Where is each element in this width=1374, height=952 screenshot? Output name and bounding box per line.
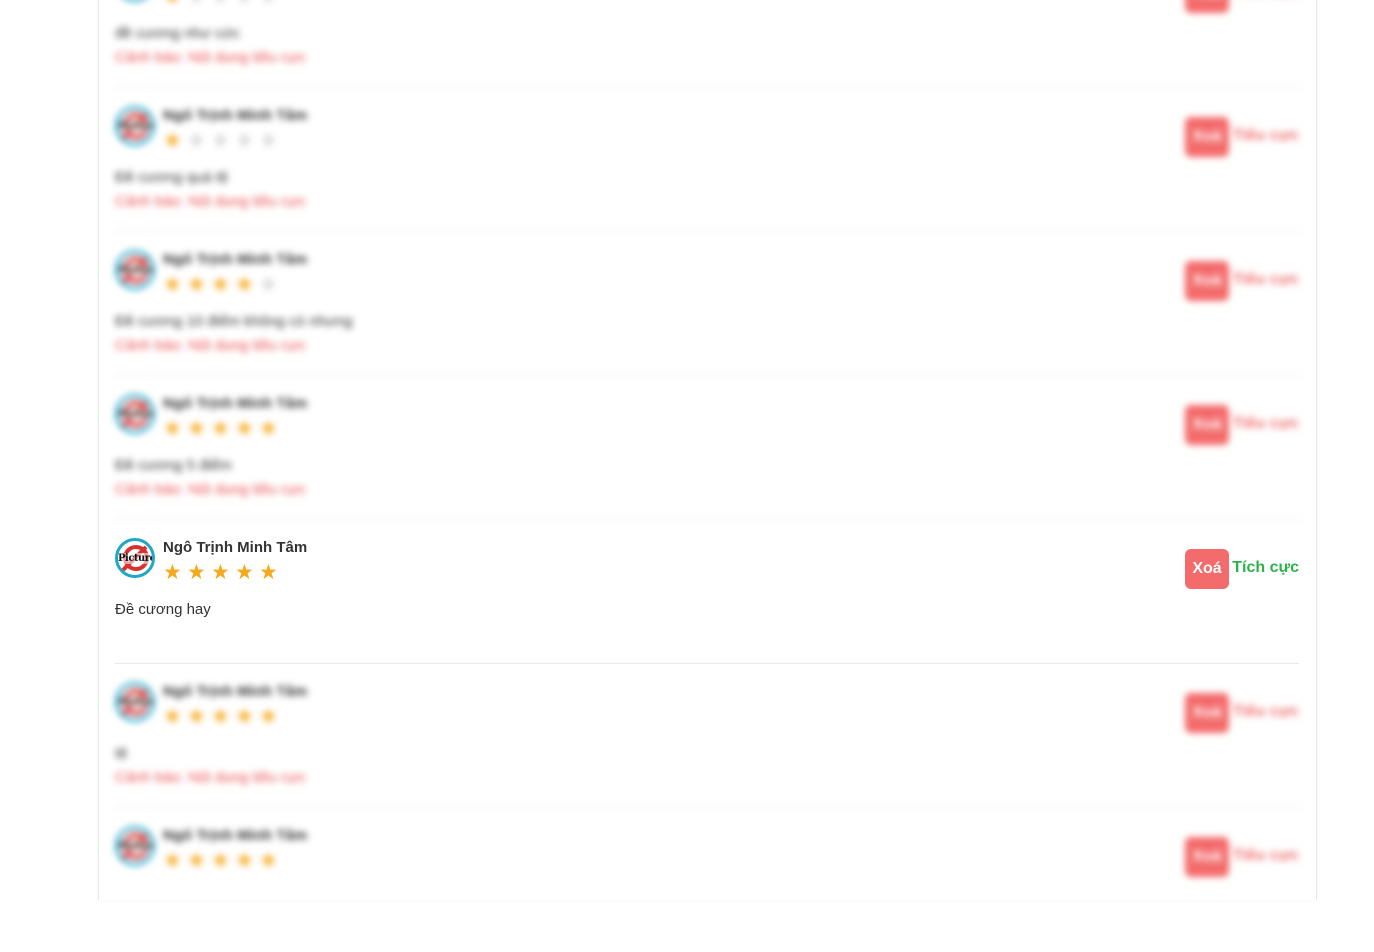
star-empty-icon: ★ [259, 129, 278, 152]
review-content: Đề cương 10 điểm không có nhưng [115, 313, 353, 330]
sentiment-label: Tiêu cực [1233, 0, 1299, 1]
star-filled-icon: ★ [235, 849, 254, 872]
star-empty-icon: ★ [259, 0, 283, 8]
review-item: Picture Ngô Trịnh Minh Tâm ★ ★ ★ ★ ★ tệ Cảnh… [115, 664, 1299, 808]
reviewer-name: Ngô Trịnh Minh Tâm [163, 539, 308, 556]
star-filled-icon: ★ [259, 849, 278, 872]
star-filled-icon: ★ [235, 705, 254, 728]
star-filled-icon: ★ [187, 561, 206, 584]
review-content: Đề cương 5 điểm [115, 457, 232, 474]
avatar-label: Picture [118, 409, 155, 420]
star-filled-icon: ★ [163, 705, 182, 728]
star-empty-icon: ★ [187, 129, 206, 152]
reviewer-name: Ngô Trịnh Minh Tâm [163, 827, 308, 844]
review-content: tệ [115, 745, 128, 762]
review-item: Picture Ngô Trịnh Minh Tâm ★ ★ ★ ★ ★ Đề cươn… [115, 376, 1299, 520]
delete-button[interactable]: Xoá [1185, 117, 1229, 157]
delete-button[interactable]: Xoá [1185, 693, 1229, 733]
avatar: Picture [115, 826, 155, 866]
star-empty-icon: ★ [235, 129, 254, 152]
avatar: Picture [115, 538, 155, 578]
avatar-label: Picture [118, 841, 155, 852]
star-filled-icon: ★ [211, 849, 230, 872]
star-filled-icon: ★ [163, 561, 182, 584]
sentiment-label: Tiêu cực [1232, 703, 1299, 720]
review-item: Picture Ngô Trịnh Minh Tâm ★ ★ ★ ★ ★ Đề cươn… [115, 232, 1299, 376]
avatar: Picture [115, 394, 155, 434]
reviewer-name: Ngô Trịnh Minh Tâm [163, 107, 308, 124]
avatar: Picture [115, 682, 155, 722]
star-filled-icon: ★ [235, 273, 254, 296]
star-filled-icon: ★ [163, 129, 182, 152]
reviewer-name: Ngô Trịnh Minh Tâm [163, 395, 308, 412]
star-filled-icon: ★ [163, 0, 187, 8]
review-item: Picture Ngô Trịnh Minh Tâm ★★★★★ đề cươn… [115, 0, 1299, 88]
avatar-label: Picture [118, 553, 155, 564]
avatar-label: Picture [118, 265, 155, 276]
avatar-label: Picture [118, 121, 155, 132]
star-empty-icon: ★ [211, 0, 235, 8]
delete-button[interactable]: Xoá [1185, 405, 1229, 445]
sentiment-label: Tích cực [1232, 559, 1299, 576]
star-filled-icon: ★ [259, 417, 278, 440]
negative-warning: Cảnh báo: Nội dung tiêu cực [115, 769, 306, 786]
star-filled-icon: ★ [211, 705, 230, 728]
star-filled-icon: ★ [187, 273, 206, 296]
delete-button[interactable]: Xoá [1185, 0, 1229, 13]
star-filled-icon: ★ [187, 705, 206, 728]
negative-warning: Cảnh báo: Nội dung tiêu cực [115, 49, 306, 66]
star-filled-icon: ★ [187, 849, 206, 872]
star-empty-icon: ★ [259, 273, 278, 296]
negative-warning: Cảnh báo: Nội dung tiêu cực [115, 481, 306, 498]
star-filled-icon: ★ [211, 417, 230, 440]
review-item: Picture Ngô Trịnh Minh Tâm ★ ★ ★ ★ ★ Đề cươn… [115, 520, 1299, 664]
negative-warning: Cảnh báo: Nội dung tiêu cực [115, 193, 306, 210]
sentiment-label: Tiêu cực [1232, 415, 1299, 432]
delete-button[interactable]: Xoá [1185, 837, 1229, 877]
star-filled-icon: ★ [235, 561, 254, 584]
star-empty-icon: ★ [235, 0, 259, 8]
avatar-label: Picture [118, 697, 155, 708]
star-rating: ★★★★★ [163, 850, 283, 872]
star-filled-icon: ★ [211, 561, 230, 584]
sentiment-label: Tiêu cực [1232, 127, 1299, 144]
delete-button[interactable]: Xoá [1185, 261, 1229, 301]
avatar: Picture [115, 106, 155, 146]
star-filled-icon: ★ [259, 705, 278, 728]
negative-warning: Cảnh báo: Nội dung tiêu cực [115, 337, 306, 354]
star-filled-icon: ★ [163, 849, 182, 872]
star-filled-icon: ★ [187, 417, 206, 440]
star-rating: ★★★★★ [163, 130, 283, 152]
star-filled-icon: ★ [211, 273, 230, 296]
sentiment-label: Tiêu cực [1232, 271, 1299, 288]
star-filled-icon: ★ [235, 417, 254, 440]
reviewer-name: Ngô Trịnh Minh Tâm [163, 251, 308, 268]
review-item: Picture Ngô Trịnh Minh Tâm ★ ★ ★ ★ ★ Đề cươn… [115, 88, 1299, 232]
star-rating: ★★★★★ [163, 706, 283, 728]
review-content: Đề cương quá tệ [115, 169, 229, 186]
star-filled-icon: ★ [259, 561, 278, 584]
review-content: Đề cương hay [115, 601, 211, 618]
review-content: đề cương như cức [115, 25, 241, 42]
star-rating: ★★★★★ [163, 418, 283, 440]
avatar: Picture [115, 250, 155, 290]
avatar: Picture [115, 0, 155, 2]
star-filled-icon: ★ [163, 273, 182, 296]
star-rating: ★★★★★ [163, 562, 283, 584]
star-filled-icon: ★ [163, 417, 182, 440]
reviewer-name: Ngô Trịnh Minh Tâm [163, 683, 308, 700]
star-rating: ★★★★★ [163, 0, 283, 8]
sentiment-label: Tiêu cực [1232, 847, 1299, 864]
delete-button[interactable]: Xoá [1185, 549, 1229, 589]
star-empty-icon: ★ [211, 129, 230, 152]
star-rating: ★★★★★ [163, 274, 283, 296]
star-empty-icon: ★ [187, 0, 211, 8]
review-item: Picture Ngô Trịnh Minh Tâm ★ ★ ★ ★ ★ Xoá Tiê… [115, 808, 1299, 952]
